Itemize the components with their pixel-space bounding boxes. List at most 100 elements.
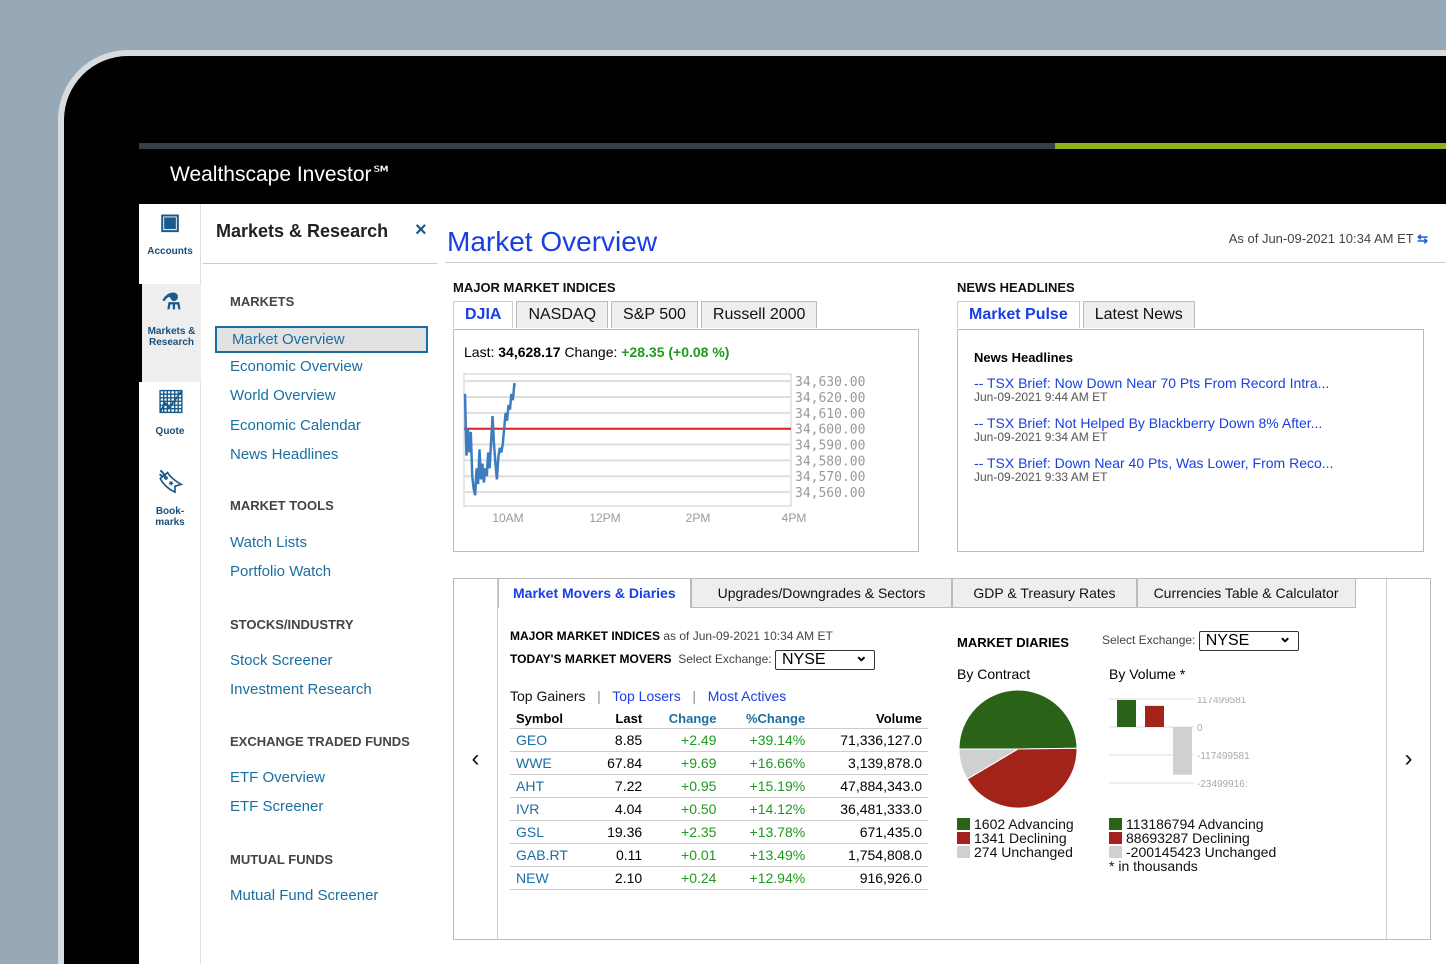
diaries-exchange-select[interactable]: NYSE xyxy=(1198,627,1299,651)
rail-label: Markets & Research xyxy=(147,326,196,348)
cell: 0.11 xyxy=(589,843,649,867)
movers-table: Symbol Last Change %Change Volume GEO 8.8… xyxy=(510,710,928,890)
cell: 36,481,333.0 xyxy=(811,797,928,821)
diaries-label: MARKET DIARIES xyxy=(957,635,1069,650)
table-row: GEO 8.85 +2.49 +39.14% 71,336,127.0 xyxy=(510,728,928,752)
nav-link[interactable]: Stock Screener xyxy=(230,652,333,669)
y-tick-label: 34,570.00 xyxy=(795,470,865,485)
x-tick-label: 2PM xyxy=(686,511,711,525)
next-arrow-icon[interactable]: › xyxy=(1386,579,1430,939)
y-tick-label: -23499916: xyxy=(1197,779,1248,790)
news-heading: News Headlines xyxy=(974,350,1073,365)
y-tick-label: 117499581 xyxy=(1197,697,1247,706)
nav-link[interactable]: Mutual Fund Screener xyxy=(230,887,378,904)
loading-bar xyxy=(139,143,1446,149)
djia-chart: 34,630.0034,620.0034,610.0034,600.0034,5… xyxy=(463,373,865,525)
y-tick-label: 34,610.00 xyxy=(795,407,865,422)
symbol-link[interactable]: GAB.RT xyxy=(510,843,590,867)
cell: 916,926.0 xyxy=(811,866,928,890)
tab-russell[interactable]: Russell 2000 xyxy=(700,301,818,328)
cell: +2.35 xyxy=(648,820,723,844)
nav-market-overview[interactable]: Market Overview xyxy=(215,326,428,353)
contract-pie-chart xyxy=(958,689,1078,809)
tab-sp500[interactable]: S&P 500 xyxy=(611,301,698,328)
nav-link[interactable]: Economic Overview xyxy=(230,358,363,375)
news-date: Jun-09-2021 9:33 AM ET xyxy=(974,470,1108,484)
page-title: Market Overview xyxy=(447,226,658,257)
symbol-link[interactable]: AHT xyxy=(510,774,590,798)
tab-nasdaq[interactable]: NASDAQ xyxy=(516,301,609,328)
cell: +0.95 xyxy=(648,774,723,798)
rail-label: Accounts xyxy=(147,246,193,257)
tab-gdp[interactable]: GDP & Treasury Rates xyxy=(952,579,1137,608)
y-tick-label: 34,600.00 xyxy=(795,423,865,438)
brand-logo: Wealthscape Investor℠ xyxy=(170,163,393,186)
cell: +2.49 xyxy=(648,728,723,752)
pie-slice xyxy=(958,689,1078,750)
nav-link[interactable]: Investment Research xyxy=(230,681,372,698)
cell: +16.66% xyxy=(722,751,812,775)
nav-link[interactable]: ETF Overview xyxy=(230,769,325,786)
icon-rail: ▣ Accounts ⚗ Markets & Research 📈︎ Quote 🔖︎… xyxy=(139,204,201,964)
tab-upgrades[interactable]: Upgrades/Downgrades & Sectors xyxy=(690,579,953,608)
rail-label: Book-marks xyxy=(155,506,185,528)
news-panel: News Headlines -- TSX Brief: Now Down Ne… xyxy=(957,329,1424,552)
movers-exchange-select[interactable]: NYSE xyxy=(774,646,875,670)
chart-line-icon: 📈︎ xyxy=(157,389,185,414)
prev-arrow-icon[interactable]: ‹ xyxy=(454,579,498,939)
tab-djia[interactable]: DJIA xyxy=(453,301,514,328)
by-contract-label: By Contract xyxy=(957,666,1031,682)
nav-section: EXCHANGE TRADED FUNDS xyxy=(230,734,410,749)
nav-link[interactable]: Economic Calendar xyxy=(230,417,361,434)
col-pct-change[interactable]: %Change xyxy=(722,710,812,729)
col-change[interactable]: Change xyxy=(648,710,723,729)
refresh-icon[interactable]: ⇆ xyxy=(1417,231,1428,246)
cell: 67.84 xyxy=(589,751,649,775)
rail-quote[interactable]: 📈︎ Quote xyxy=(139,389,201,456)
tab-most-actives[interactable]: Most Actives xyxy=(708,688,787,704)
tab-latest-news[interactable]: Latest News xyxy=(1082,301,1195,328)
cell: 71,336,127.0 xyxy=(811,728,928,752)
cell: 2.10 xyxy=(589,866,649,890)
close-icon[interactable]: × xyxy=(415,219,427,242)
table-row: IVR 4.04 +0.50 +14.12% 36,481,333.0 xyxy=(510,797,928,821)
rail-accounts[interactable]: ▣ Accounts xyxy=(139,211,201,266)
cell: 1,754,808.0 xyxy=(811,843,928,867)
cell: +0.01 xyxy=(648,843,723,867)
news-link[interactable]: -- TSX Brief: Not Helped By Blackberry D… xyxy=(974,415,1407,431)
cell: +15.19% xyxy=(722,774,812,798)
tab-market-pulse[interactable]: Market Pulse xyxy=(957,301,1080,328)
news-link[interactable]: -- TSX Brief: Now Down Near 70 Pts From … xyxy=(974,375,1407,391)
nav-link[interactable]: Watch Lists xyxy=(230,534,307,551)
symbol-link[interactable]: GEO xyxy=(510,728,590,752)
nav-link[interactable]: ETF Screener xyxy=(230,798,323,815)
djia-line xyxy=(463,383,516,496)
nav-section: STOCKS/INDUSTRY xyxy=(230,617,354,632)
movers-label: TODAY'S MARKET MOVERS xyxy=(510,652,672,667)
bookmark-icon: 🔖︎ xyxy=(157,469,185,494)
symbol-link[interactable]: GSL xyxy=(510,820,590,844)
table-row: GAB.RT 0.11 +0.01 +13.49% 1,754,808.0 xyxy=(510,843,928,867)
news-link[interactable]: -- TSX Brief: Down Near 40 Pts, Was Lowe… xyxy=(974,455,1407,471)
contract-legend: 1602 Advancing 1341 Declining 274 Unchange… xyxy=(957,817,1074,859)
nav-link[interactable]: Portfolio Watch xyxy=(230,563,331,580)
rail-bookmarks[interactable]: 🔖︎ Book-marks xyxy=(145,469,195,538)
y-tick-label: 0 xyxy=(1197,723,1203,734)
cell: +0.50 xyxy=(648,797,723,821)
nav-link[interactable]: World Overview xyxy=(230,387,336,404)
tab-market-movers[interactable]: Market Movers & Diaries xyxy=(498,579,691,608)
y-tick-label: -117499581 xyxy=(1197,751,1250,762)
symbol-link[interactable]: IVR xyxy=(510,797,590,821)
tab-currencies[interactable]: Currencies Table & Calculator xyxy=(1136,579,1356,608)
rail-label: Quote xyxy=(155,426,185,437)
rail-markets-research[interactable]: ⚗ Markets & Research xyxy=(139,284,201,382)
symbol-link[interactable]: NEW xyxy=(510,866,590,890)
volume-legend: 113186794 Advancing 88693287 Declining -20… xyxy=(1109,817,1276,873)
symbol-link[interactable]: WWE xyxy=(510,751,590,775)
volume-bar-chart: 117499581 0 -117499581 -23499916: xyxy=(1109,697,1250,790)
nav-title: Markets & Research xyxy=(216,221,389,241)
tab-top-gainers[interactable]: Top Gainers xyxy=(510,688,585,704)
tab-top-losers[interactable]: Top Losers xyxy=(612,688,680,704)
nav-link[interactable]: News Headlines xyxy=(230,446,338,463)
nav-section: MUTUAL FUNDS xyxy=(230,852,334,867)
